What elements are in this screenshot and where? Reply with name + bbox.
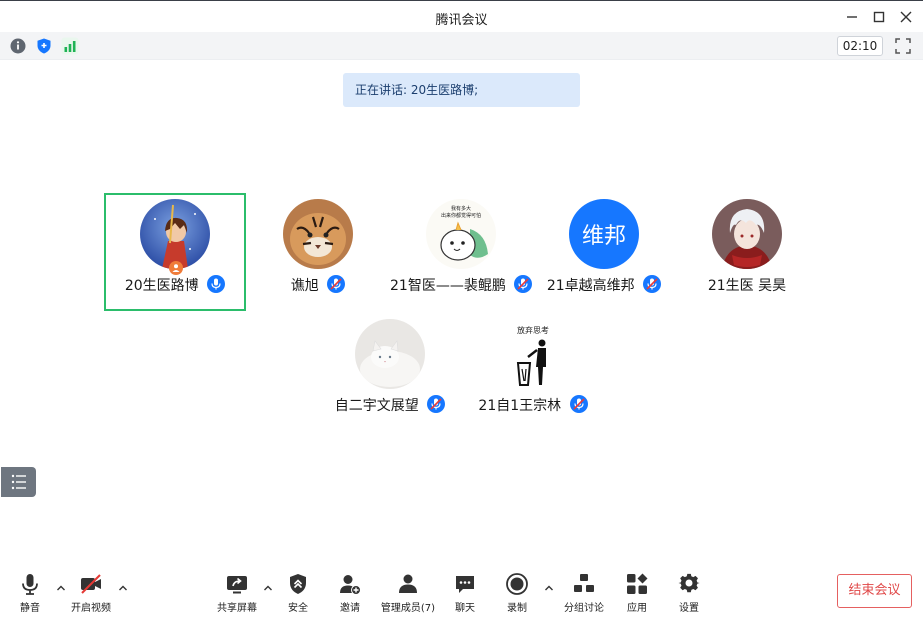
avatar: 我有多大 出来你都觉得可怕 bbox=[426, 199, 496, 269]
chat-button[interactable]: 聊天 bbox=[436, 572, 494, 614]
fullscreen-icon bbox=[895, 38, 911, 54]
apps-icon bbox=[627, 573, 648, 594]
participant-name: 20生医路博 bbox=[124, 278, 199, 294]
participant-tile[interactable]: 放弃思考 21自1王宗林 bbox=[462, 315, 604, 433]
chevron-up-icon[interactable] bbox=[543, 582, 555, 594]
meme-caption-line-2: 出来你都觉得可怕 bbox=[441, 212, 481, 219]
title-bar: 腾讯会议 bbox=[0, 0, 923, 32]
meeting-info-button[interactable] bbox=[9, 37, 27, 55]
mute-button[interactable]: 静音 bbox=[1, 572, 59, 614]
breakout-label: 分组讨论 bbox=[564, 603, 604, 614]
participant-name: 21生医 吴昊 bbox=[707, 278, 787, 294]
share-screen-button[interactable]: 共享屏幕 bbox=[208, 572, 266, 614]
start-video-button[interactable]: 开启视频 bbox=[62, 572, 120, 614]
mic-muted-icon bbox=[643, 275, 662, 293]
security-button[interactable]: 安全 bbox=[269, 572, 327, 614]
apps-label: 应用 bbox=[627, 603, 647, 614]
breakout-rooms-button[interactable]: 分组讨论 bbox=[555, 572, 613, 614]
avatar: 维邦 bbox=[569, 199, 639, 269]
meeting-toolbar: 静音 开启视频 共享屏幕 安全 邀请 管理成员(7) 聊天 录制 分组讨论 应用… bbox=[0, 564, 923, 618]
fullscreen-button[interactable] bbox=[894, 37, 912, 55]
mic-muted-icon bbox=[514, 275, 533, 293]
manage-members-button[interactable]: 管理成员(7) bbox=[376, 572, 440, 614]
meeting-window: 腾讯会议 02:10 正在讲话: 20生医路博; 20生医路博 谯旭 我有多大 … bbox=[0, 0, 923, 618]
members-label: 管理成员(7) bbox=[380, 603, 436, 614]
record-label: 录制 bbox=[507, 603, 527, 614]
chevron-up-icon[interactable] bbox=[117, 582, 129, 594]
record-icon bbox=[506, 573, 528, 595]
security-status-button[interactable] bbox=[35, 37, 53, 55]
network-status-button[interactable] bbox=[61, 37, 79, 55]
add-user-icon bbox=[340, 575, 361, 595]
close-icon bbox=[900, 11, 912, 23]
info-icon bbox=[10, 38, 26, 54]
mic-muted-icon bbox=[327, 275, 346, 293]
video-off-icon bbox=[81, 574, 101, 594]
participant-name-row: 21智医——裴鲲鹏 bbox=[390, 275, 533, 295]
avatar bbox=[355, 319, 425, 389]
mute-label: 静音 bbox=[20, 603, 40, 614]
mic-muted-icon bbox=[427, 395, 446, 413]
participant-tile[interactable]: 我有多大 出来你都觉得可怕 21智医——裴鲲鹏 bbox=[390, 195, 533, 313]
settings-label: 设置 bbox=[679, 603, 699, 614]
maximize-button[interactable] bbox=[869, 7, 889, 27]
shield-icon bbox=[37, 38, 51, 54]
signal-icon bbox=[61, 37, 79, 55]
meme-caption-line-1: 我有多大 bbox=[451, 205, 471, 212]
participant-name-row: 21自1王宗林 bbox=[462, 395, 604, 415]
invite-label: 邀请 bbox=[340, 603, 360, 614]
participant-name-row: 21卓越高维邦 bbox=[533, 275, 675, 295]
participant-tile[interactable]: 维邦 21卓越高维邦 bbox=[533, 195, 675, 313]
participant-tile[interactable]: 谯旭 bbox=[247, 195, 389, 313]
breakout-icon bbox=[574, 574, 594, 592]
microphone-icon bbox=[22, 574, 38, 595]
member-list-toggle-button[interactable] bbox=[1, 467, 36, 497]
participant-name-row: 自二宇文展望 bbox=[319, 395, 461, 415]
participant-name: 自二宇文展望 bbox=[334, 398, 419, 414]
share-screen-icon bbox=[227, 576, 247, 594]
meeting-timer: 02:10 bbox=[837, 36, 883, 56]
participant-name-row: 谯旭 bbox=[247, 275, 389, 295]
avatar bbox=[140, 199, 210, 269]
list-icon bbox=[11, 474, 26, 490]
close-button[interactable] bbox=[896, 7, 916, 27]
chat-label: 聊天 bbox=[455, 603, 475, 614]
avatar bbox=[712, 199, 782, 269]
host-badge-icon bbox=[169, 261, 183, 275]
mic-muted-icon bbox=[569, 395, 588, 413]
window-title: 腾讯会议 bbox=[435, 13, 488, 28]
participant-name: 21卓越高维邦 bbox=[546, 278, 635, 294]
shield-icon bbox=[290, 574, 306, 594]
participant-name-row: 21生医 吴昊 bbox=[676, 275, 818, 295]
avatar bbox=[283, 199, 353, 269]
minimize-icon bbox=[847, 16, 857, 18]
minimize-button[interactable] bbox=[842, 7, 862, 27]
participant-tile[interactable]: 自二宇文展望 bbox=[319, 315, 461, 433]
participant-tile[interactable]: 21生医 吴昊 bbox=[676, 195, 818, 313]
apps-button[interactable]: 应用 bbox=[608, 572, 666, 614]
security-label: 安全 bbox=[288, 603, 308, 614]
share-label: 共享屏幕 bbox=[217, 603, 257, 614]
speaking-banner: 正在讲话: 20生医路博; bbox=[343, 73, 580, 107]
mic-active-icon bbox=[207, 275, 226, 293]
record-button[interactable]: 录制 bbox=[488, 572, 546, 614]
avatar: 放弃思考 bbox=[498, 319, 568, 389]
participant-name: 21自1王宗林 bbox=[478, 398, 562, 414]
participant-tile[interactable]: 20生医路博 bbox=[104, 193, 246, 311]
participant-name-row: 20生医路博 bbox=[106, 275, 244, 295]
meeting-info-bar: 02:10 bbox=[0, 32, 923, 60]
avatar-initials: 维邦 bbox=[581, 224, 626, 249]
gear-icon bbox=[678, 573, 700, 593]
maximize-icon bbox=[873, 11, 885, 23]
participant-name: 21智医——裴鲲鹏 bbox=[390, 278, 506, 294]
settings-button[interactable]: 设置 bbox=[660, 572, 718, 614]
invite-button[interactable]: 邀请 bbox=[321, 572, 379, 614]
video-label: 开启视频 bbox=[71, 603, 111, 614]
end-meeting-button[interactable]: 结束会议 bbox=[837, 574, 912, 608]
participant-name: 谯旭 bbox=[290, 278, 319, 294]
chat-icon bbox=[456, 576, 474, 593]
members-icon bbox=[399, 574, 417, 593]
